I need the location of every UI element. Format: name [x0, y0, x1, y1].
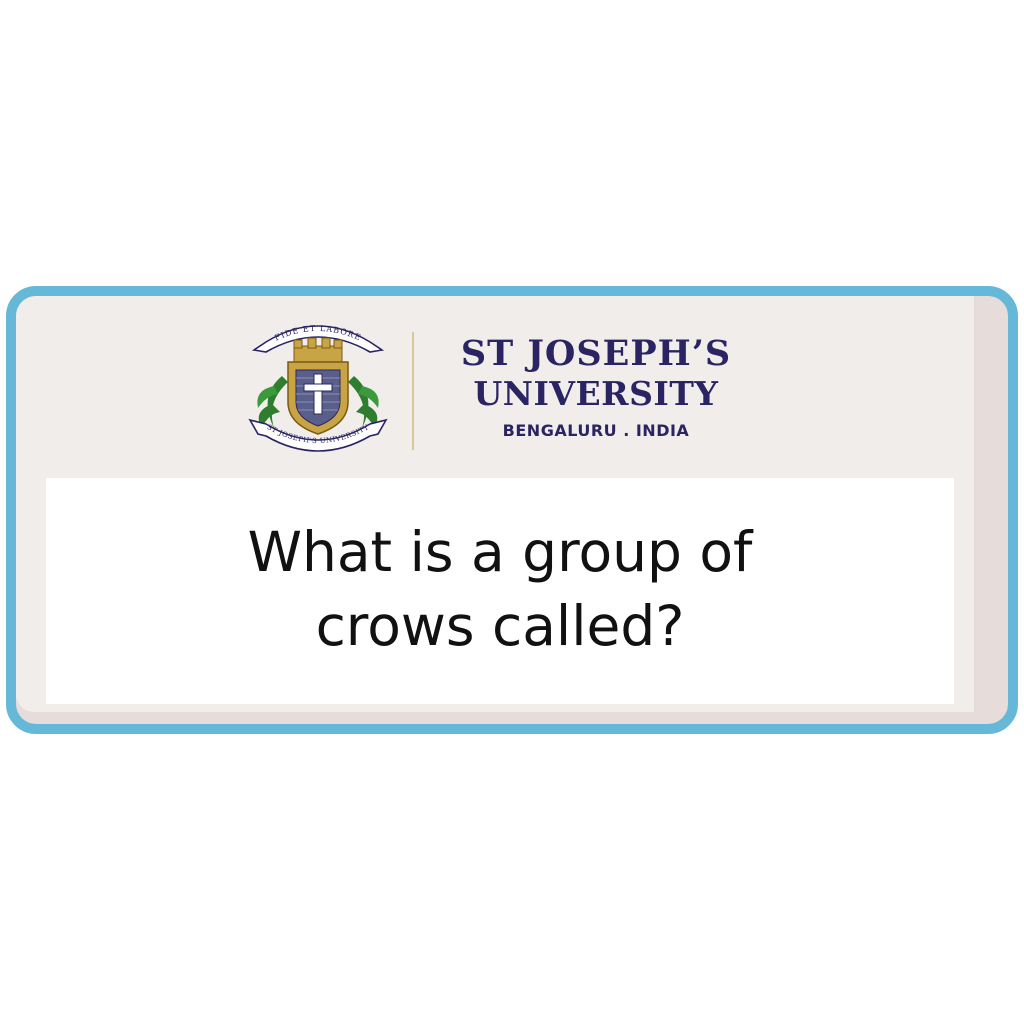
university-name: ST JOSEPH’S UNIVERSITY BENGALURU . INDIA: [426, 334, 766, 444]
university-crest-icon: FIDE ET LABORE ST JOSEPH'S UNIVERSITY: [248, 324, 388, 452]
university-name-line2: UNIVERSITY: [473, 374, 719, 413]
header-divider: [412, 332, 414, 450]
card-inner: FIDE ET LABORE ST JOSEPH'S UNIVERSITY ST…: [16, 296, 974, 712]
university-name-line1: ST JOSEPH’S: [460, 333, 732, 374]
question-text: What is a group of crows called?: [247, 520, 753, 658]
card-header: FIDE ET LABORE ST JOSEPH'S UNIVERSITY ST…: [16, 296, 974, 476]
question-card: FIDE ET LABORE ST JOSEPH'S UNIVERSITY ST…: [6, 286, 1018, 734]
page: FIDE ET LABORE ST JOSEPH'S UNIVERSITY ST…: [0, 0, 1024, 1024]
university-location: BENGALURU . INDIA: [502, 421, 690, 440]
question-box: What is a group of crows called?: [46, 478, 954, 704]
